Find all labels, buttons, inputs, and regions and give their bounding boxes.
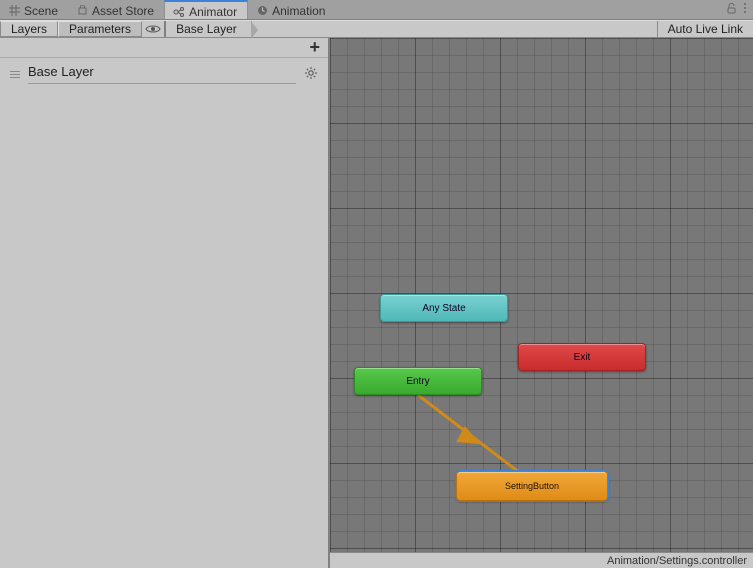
tab-asset-store-label: Asset Store (92, 4, 154, 18)
animator-toolbar: Layers Parameters Base Layer Auto Live L… (0, 20, 753, 38)
tab-animation-label: Animation (272, 4, 325, 18)
tab-scene-label: Scene (24, 4, 58, 18)
bag-icon (76, 5, 88, 16)
auto-live-link-button[interactable]: Auto Live Link (657, 21, 753, 37)
layers-tab-label: Layers (11, 22, 47, 36)
node-any-state[interactable]: Any State (380, 294, 508, 322)
graph-footer: Animation/Settings.controller (330, 552, 753, 568)
asset-path: Animation/Settings.controller (607, 555, 747, 567)
unlock-icon[interactable] (726, 3, 737, 17)
layer-name: Base Layer (28, 64, 296, 84)
add-layer-button[interactable]: + (309, 37, 320, 58)
state-graph[interactable]: Any State Entry Exit SettingButton Anima… (330, 38, 753, 568)
node-setting-button-label: SettingButton (505, 481, 559, 491)
tab-animation[interactable]: Animation (248, 0, 335, 19)
grid-icon (8, 5, 20, 16)
breadcrumb-base-layer[interactable]: Base Layer (166, 21, 252, 37)
node-exit[interactable]: Exit (518, 343, 646, 371)
node-any-state-label: Any State (422, 303, 465, 314)
parameters-tab-label: Parameters (69, 22, 131, 36)
tab-scene[interactable]: Scene (0, 0, 68, 19)
layers-panel: + Base Layer (0, 38, 330, 568)
node-entry[interactable]: Entry (354, 367, 482, 395)
layers-tab[interactable]: Layers (0, 21, 58, 37)
parameters-tab[interactable]: Parameters (58, 21, 142, 37)
gear-icon[interactable] (304, 66, 318, 83)
drag-handle-icon[interactable] (10, 71, 20, 78)
eye-icon[interactable] (142, 21, 164, 37)
node-setting-button[interactable]: SettingButton (456, 471, 608, 501)
tab-asset-store[interactable]: Asset Store (68, 0, 164, 19)
node-exit-label: Exit (574, 352, 591, 363)
breadcrumb-label: Base Layer (176, 22, 237, 36)
window-tab-bar: Scene Asset Store Animator Animation (0, 0, 753, 20)
tab-animator-label: Animator (189, 5, 237, 19)
kebab-menu-icon[interactable] (743, 2, 747, 17)
layer-item[interactable]: Base Layer (0, 58, 328, 86)
tab-animator[interactable]: Animator (164, 0, 248, 19)
animator-icon (173, 6, 185, 18)
clock-icon (256, 5, 268, 16)
node-entry-label: Entry (406, 376, 429, 387)
auto-live-link-label: Auto Live Link (668, 22, 743, 36)
